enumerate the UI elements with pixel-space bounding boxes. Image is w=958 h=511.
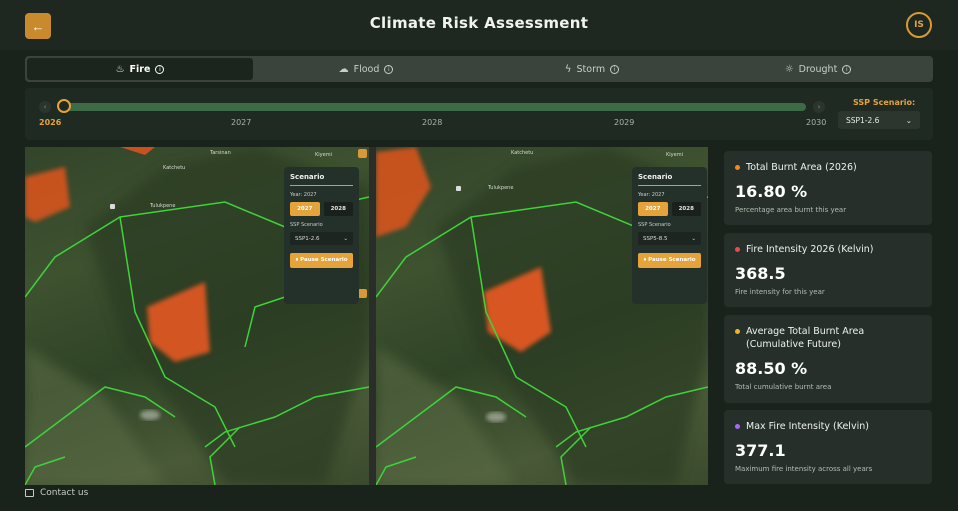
tab-label: Drought [798, 63, 838, 75]
status-dot [735, 424, 740, 429]
timeline-next-button[interactable]: › [813, 101, 825, 113]
timeline-year[interactable]: 2026 [39, 118, 61, 127]
map-right[interactable]: Katchetu Tulukpene Kiyemi Scenario Year:… [376, 147, 708, 485]
chat-icon [25, 489, 34, 497]
tab-flood[interactable]: ☁ Flood i [253, 58, 479, 80]
tab-label: Fire [129, 63, 151, 75]
stat-description: Maximum fire intensity across all years [735, 465, 873, 473]
contact-us-link[interactable]: Contact us [25, 488, 88, 498]
scenario-ssp-label: SSP Scenario [638, 222, 671, 228]
year-2027-button[interactable]: 2027 [290, 202, 320, 216]
map-control-button[interactable] [358, 289, 367, 298]
sun-icon: ☼ [784, 63, 794, 75]
ssp-scenario-label: SSP Scenario: [853, 98, 916, 107]
year-2027-button[interactable]: 2027 [638, 202, 668, 216]
tab-drought[interactable]: ☼ Drought i [705, 58, 931, 80]
tab-label: Flood [353, 63, 380, 75]
stat-value: 368.5 [735, 264, 786, 283]
tab-fire[interactable]: ♨ Fire i [27, 58, 253, 80]
scenario-year-label: Year: 2027 [290, 192, 317, 198]
tab-storm[interactable]: ϟ Storm i [479, 58, 705, 80]
map-left[interactable]: Katchetu Tulukpene Tarsinan Kiyemi Scena… [25, 147, 369, 485]
timeline-year[interactable]: 2029 [614, 118, 634, 127]
info-icon[interactable]: i [155, 64, 165, 74]
scenario-ssp-select[interactable]: SSP5-8.5 ⌄ [638, 232, 701, 245]
year-2028-button[interactable]: 2028 [323, 202, 353, 216]
road-badge [110, 204, 116, 209]
timeline-year[interactable]: 2030 [806, 118, 826, 127]
map-place-label: Tulukpene [150, 203, 176, 209]
stat-description: Fire intensity for this year [735, 288, 825, 296]
stat-card-fire-intensity: Fire Intensity 2026 (Kelvin) 368.5 Fire … [724, 233, 932, 307]
stat-description: Total cumulative burnt area [735, 383, 832, 391]
map-place-label: Tulukpene [488, 185, 514, 191]
ssp-scenario-value: SSP1-2.6 [846, 115, 880, 125]
map-place-label: Katchetu [163, 165, 186, 171]
scenario-ssp-label: SSP Scenario [290, 222, 323, 228]
map-place-label: Katchetu [511, 150, 534, 156]
status-dot [735, 329, 740, 334]
flame-icon: ♨ [115, 63, 125, 75]
chevron-right-icon: › [817, 103, 821, 111]
contact-us-label: Contact us [40, 488, 89, 498]
scenario-year-label: Year: 2027 [638, 192, 665, 198]
chevron-down-icon: ⌄ [905, 115, 912, 125]
map-control-button[interactable] [358, 149, 367, 158]
cloud-rain-icon: ☁ [338, 63, 349, 75]
map-place-label: Tarsinan [210, 150, 231, 156]
road-badge [456, 186, 462, 191]
stat-card-max-fire-intensity: Max Fire Intensity (Kelvin) 377.1 Maximu… [724, 410, 932, 484]
status-dot [735, 165, 740, 170]
timeline-slider-track[interactable] [59, 103, 806, 111]
scenario-ssp-value: SSP5-8.5 [643, 235, 668, 242]
top-bar: ← Climate Risk Assessment IS [0, 0, 958, 50]
stat-value: 16.80 % [735, 182, 808, 201]
stat-title: Average Total Burnt Area (Cumulative Fut… [746, 326, 865, 350]
stat-title: Max Fire Intensity (Kelvin) [746, 421, 869, 432]
scenario-title: Scenario [638, 173, 701, 186]
timeline-slider-handle[interactable] [57, 99, 71, 113]
scenario-title: Scenario [290, 173, 353, 186]
chevron-left-icon: ‹ [43, 103, 47, 111]
scenario-ssp-select[interactable]: SSP1-2.6 ⌄ [290, 232, 353, 245]
chevron-down-icon: ⌄ [691, 235, 696, 242]
stat-value: 88.50 % [735, 359, 808, 378]
info-icon[interactable]: i [610, 64, 620, 74]
ssp-scenario-select[interactable]: SSP1-2.6 ⌄ [838, 111, 920, 129]
timeline-year[interactable]: 2028 [422, 118, 442, 127]
scenario-card-left: Scenario Year: 2027 2027 2028 SSP Scenar… [284, 167, 359, 304]
avatar[interactable]: IS [906, 12, 932, 38]
timeline-panel: ‹ › 2026 2027 2028 2029 2030 SSP Scenari… [25, 88, 933, 140]
info-icon[interactable]: i [842, 64, 852, 74]
year-2028-button[interactable]: 2028 [671, 202, 701, 216]
status-dot [735, 247, 740, 252]
pause-scenario-button[interactable]: ⏸ Pause Scenario [290, 253, 353, 268]
scenario-ssp-value: SSP1-2.6 [295, 235, 320, 242]
page-title: Climate Risk Assessment [369, 14, 589, 32]
tab-label: Storm [576, 63, 606, 75]
lightning-icon: ϟ [564, 63, 572, 75]
stat-card-average-burnt-area: Average Total Burnt Area (Cumulative Fut… [724, 315, 932, 403]
stat-title: Total Burnt Area (2026) [746, 162, 857, 173]
stat-value: 377.1 [735, 441, 786, 460]
map-place-label: Kiyemi [666, 152, 683, 158]
timeline-year[interactable]: 2027 [231, 118, 251, 127]
hazard-tabs: ♨ Fire i ☁ Flood i ϟ Storm i ☼ Drought i [25, 56, 933, 82]
scenario-card-right: Scenario Year: 2027 2027 2028 SSP Scenar… [632, 167, 707, 304]
stat-description: Percentage area burnt this year [735, 206, 847, 214]
stat-card-total-burnt-area: Total Burnt Area (2026) 16.80 % Percenta… [724, 151, 932, 225]
map-place-label: Kiyemi [315, 152, 332, 158]
pause-scenario-button[interactable]: ⏸ Pause Scenario [638, 253, 701, 268]
map-split-divider[interactable] [369, 147, 376, 485]
info-icon[interactable]: i [384, 64, 394, 74]
timeline-prev-button[interactable]: ‹ [39, 101, 51, 113]
chevron-down-icon: ⌄ [343, 235, 348, 242]
stat-title: Fire Intensity 2026 (Kelvin) [746, 244, 874, 255]
